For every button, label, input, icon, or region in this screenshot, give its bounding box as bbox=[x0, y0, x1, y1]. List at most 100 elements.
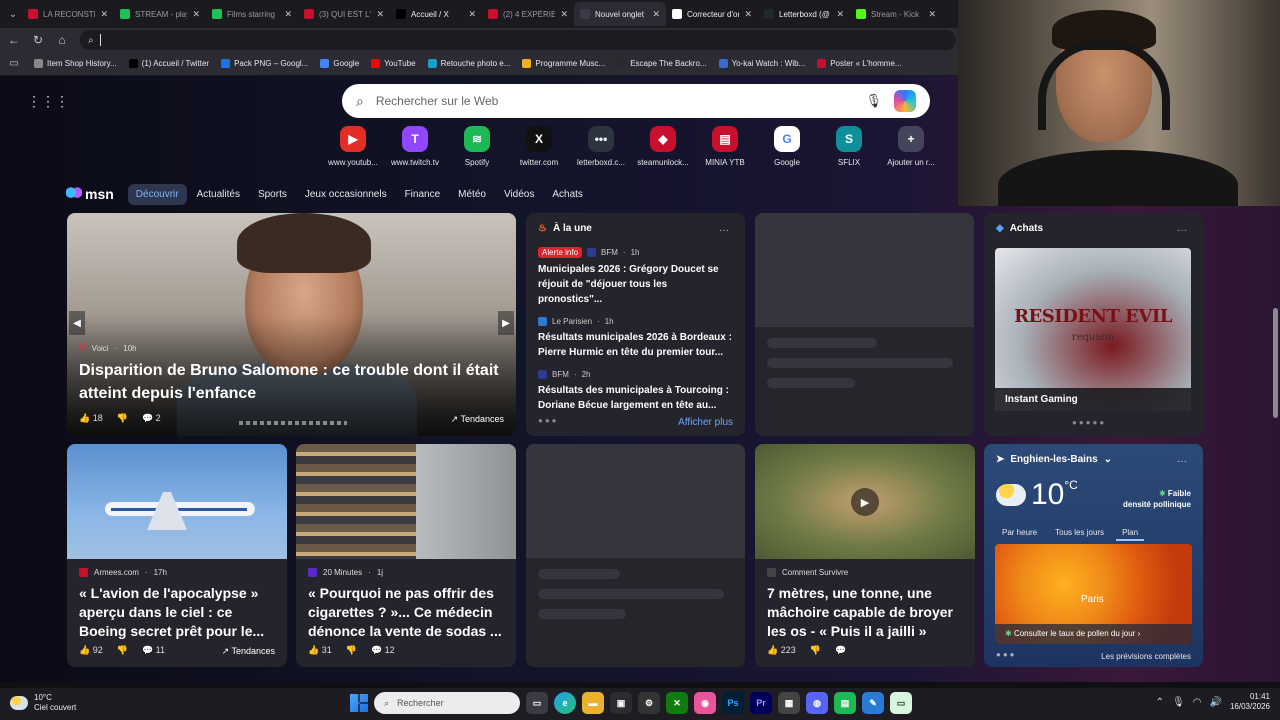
bookmark-item[interactable]: Programme Musc... bbox=[522, 59, 605, 68]
photoshop-icon[interactable]: Ps bbox=[722, 692, 744, 714]
quick-link[interactable]: ▤ MINIA YTB bbox=[694, 126, 756, 172]
refresh-icon[interactable]: ↻ bbox=[30, 32, 46, 48]
msn-nav-actualités[interactable]: Actualités bbox=[189, 184, 248, 205]
bookmark-item[interactable]: Item Shop History... bbox=[34, 59, 117, 68]
quick-link[interactable]: ▶ www.youtub... bbox=[322, 126, 384, 172]
terminal-icon[interactable]: ▣ bbox=[610, 692, 632, 714]
comment-button[interactable]: 💬 2 bbox=[142, 413, 161, 424]
msn-nav-jeux-occasionnels[interactable]: Jeux occasionnels bbox=[297, 184, 395, 205]
close-tab-icon[interactable]: ✕ bbox=[192, 9, 200, 20]
shopping-card[interactable]: ◆ Achats ··· RESIDENT EVIL requiem Insta… bbox=[984, 213, 1203, 436]
close-tab-icon[interactable]: ✕ bbox=[744, 9, 752, 20]
dislike-button[interactable]: 👎 bbox=[810, 645, 821, 656]
browser-tab[interactable]: Stream - Kick ✕ bbox=[850, 2, 942, 26]
comment-button[interactable]: 💬 12 bbox=[371, 645, 395, 656]
more-options-icon[interactable]: ··· bbox=[719, 225, 729, 236]
copilot-icon[interactable] bbox=[894, 90, 916, 112]
pollen-cta[interactable]: ✱ Consulter le taux de pollen du jour › bbox=[995, 624, 1192, 644]
pagination-dots[interactable]: ●●● bbox=[996, 650, 1017, 659]
like-button[interactable]: 👍 18 bbox=[79, 413, 103, 424]
bookmark-item[interactable]: (1) Accueil / Twitter bbox=[128, 59, 209, 68]
pollen-info[interactable]: ✱ Faible densité pollinique bbox=[1123, 488, 1191, 510]
premiere-icon[interactable]: Pr bbox=[750, 692, 772, 714]
msn-nav-sports[interactable]: Sports bbox=[250, 184, 295, 205]
pagination-dots[interactable]: ●●●●● bbox=[1072, 418, 1106, 427]
card-title[interactable]: « L'avion de l'apocalypse » aperçu dans … bbox=[79, 584, 279, 641]
store-icon[interactable]: ▦ bbox=[778, 692, 800, 714]
weather-tab[interactable]: Plan bbox=[1116, 526, 1145, 541]
msn-nav-vidéos[interactable]: Vidéos bbox=[496, 184, 542, 205]
resident-evil-poster[interactable]: RESIDENT EVIL requiem Instant Gaming bbox=[995, 248, 1191, 411]
weather-tab[interactable]: Par heure bbox=[996, 526, 1043, 541]
xbox-icon[interactable]: ✕ bbox=[666, 692, 688, 714]
clock[interactable]: 01:41 16/03/2026 bbox=[1230, 692, 1270, 712]
hero-card[interactable]: ◀ ▶ V Voici · 10h Disparition de Bruno S… bbox=[67, 213, 516, 436]
quick-link[interactable]: ••• letterboxd.c... bbox=[570, 126, 632, 172]
news-card[interactable]: 20 Minutes · 1j « Pourquoi ne pas offrir… bbox=[296, 444, 516, 667]
bookmark-item[interactable]: Google bbox=[320, 59, 359, 68]
bookmark-item[interactable]: YouTube bbox=[371, 59, 416, 68]
top-story-item[interactable]: Le Parisien · 1h Résultats municipales 2026… bbox=[538, 317, 733, 360]
quick-link[interactable]: + Ajouter un r... bbox=[880, 126, 942, 172]
file-explorer-icon[interactable]: ▬ bbox=[582, 692, 604, 714]
taskbar-search[interactable]: ⌕ Rechercher bbox=[374, 692, 520, 714]
prev-arrow-icon[interactable]: ◀ bbox=[69, 311, 85, 335]
dislike-button[interactable]: 👎 bbox=[117, 413, 128, 424]
weather-card[interactable]: ➤ Enghien-les-Bains ⌄ ··· 10°C ✱ Faible … bbox=[984, 444, 1203, 667]
comment-button[interactable]: 💬 11 bbox=[142, 645, 165, 656]
taskbar-weather[interactable]: 10°C Ciel couvert bbox=[10, 693, 76, 713]
like-button[interactable]: 👍 223 bbox=[767, 645, 796, 656]
quick-link[interactable]: ◆ steamunlock... bbox=[632, 126, 694, 172]
browser-tab[interactable]: Films starring ✕ bbox=[206, 2, 298, 26]
hero-title[interactable]: Disparition de Bruno Salomone : ce troub… bbox=[79, 359, 499, 405]
url-input[interactable]: ⌕ bbox=[80, 30, 956, 50]
bookmark-item[interactable]: Pack PNG – Googl... bbox=[221, 59, 308, 68]
microphone-icon[interactable]: 🎙 bbox=[865, 93, 882, 109]
reading-list-icon[interactable]: ▭ bbox=[6, 56, 22, 72]
more-options-icon[interactable]: ··· bbox=[1177, 225, 1187, 236]
pagination-dots[interactable]: ●●● bbox=[538, 416, 559, 425]
close-tab-icon[interactable]: ✕ bbox=[468, 9, 476, 20]
bookmark-item[interactable]: Retouche photo e... bbox=[427, 59, 510, 68]
more-options-icon[interactable]: ··· bbox=[1177, 456, 1187, 467]
browser-tab[interactable]: (3) QUI EST L' ✕ bbox=[298, 2, 390, 26]
next-arrow-icon[interactable]: ▶ bbox=[498, 311, 514, 335]
weather-tab[interactable]: Tous les jours bbox=[1049, 526, 1110, 541]
show-more-link[interactable]: Afficher plus bbox=[678, 417, 733, 428]
settings-icon[interactable]: ⚙ bbox=[638, 692, 660, 714]
task-view-icon[interactable]: ▭ bbox=[526, 692, 548, 714]
tab-list-icon[interactable]: ⌄ bbox=[4, 4, 22, 24]
scrollbar-thumb[interactable] bbox=[1273, 308, 1278, 418]
browser-tab[interactable]: STREAM - play ✕ bbox=[114, 2, 206, 26]
top-story-item[interactable]: BFM · 2h Résultats des municipales à Tourco… bbox=[538, 370, 733, 413]
edge-icon[interactable]: e bbox=[554, 692, 576, 714]
card-title[interactable]: « Pourquoi ne pas offrir des cigarettes … bbox=[308, 584, 508, 641]
quick-link[interactable]: Twww.twitch.tv bbox=[384, 126, 446, 172]
browser-tab[interactable]: Letterboxd (@ ✕ bbox=[758, 2, 850, 26]
weather-location[interactable]: ➤ Enghien-les-Bains ⌄ bbox=[996, 454, 1191, 465]
msn-nav-météo[interactable]: Météo bbox=[450, 184, 494, 205]
chevron-up-icon[interactable]: ⌃ bbox=[1156, 697, 1164, 708]
quick-link[interactable]: ≋ Spotify bbox=[446, 126, 508, 172]
close-tab-icon[interactable]: ✕ bbox=[100, 9, 108, 20]
news-card[interactable]: Armees.com · 17h « L'avion de l'apocalyp… bbox=[67, 444, 287, 667]
msn-nav-finance[interactable]: Finance bbox=[397, 184, 449, 205]
quick-link[interactable]: S SFLIX bbox=[818, 126, 880, 172]
volume-icon[interactable]: 🔊 bbox=[1210, 697, 1222, 708]
discord-icon[interactable]: ◍ bbox=[806, 692, 828, 714]
app-icon[interactable]: ✎ bbox=[862, 692, 884, 714]
microphone-icon[interactable]: 🎙 bbox=[1172, 697, 1185, 708]
like-button[interactable]: 👍 31 bbox=[308, 645, 332, 656]
bookmark-item[interactable]: Poster « L'homme... bbox=[817, 59, 902, 68]
windows-start-icon[interactable] bbox=[350, 694, 368, 712]
close-tab-icon[interactable]: ✕ bbox=[928, 9, 936, 20]
apps-grid-icon[interactable]: ⋮⋮⋮ bbox=[27, 94, 69, 108]
web-search-bar[interactable]: ⌕ Rechercher sur le Web 🎙 bbox=[342, 84, 930, 118]
browser-tab[interactable]: (2) 4 EXPÉRIEN ✕ bbox=[482, 2, 574, 26]
top-story-item[interactable]: Alerte info BFM · 1h Municipales 2026 : Grég… bbox=[538, 247, 733, 307]
browser-tab[interactable]: Accueil / X ✕ bbox=[390, 2, 482, 26]
close-tab-icon[interactable]: ✕ bbox=[836, 9, 844, 20]
app-icon[interactable]: ▤ bbox=[834, 692, 856, 714]
quick-link[interactable]: Xtwitter.com bbox=[508, 126, 570, 172]
bookmark-item[interactable]: Escape The Backro... bbox=[617, 59, 707, 68]
